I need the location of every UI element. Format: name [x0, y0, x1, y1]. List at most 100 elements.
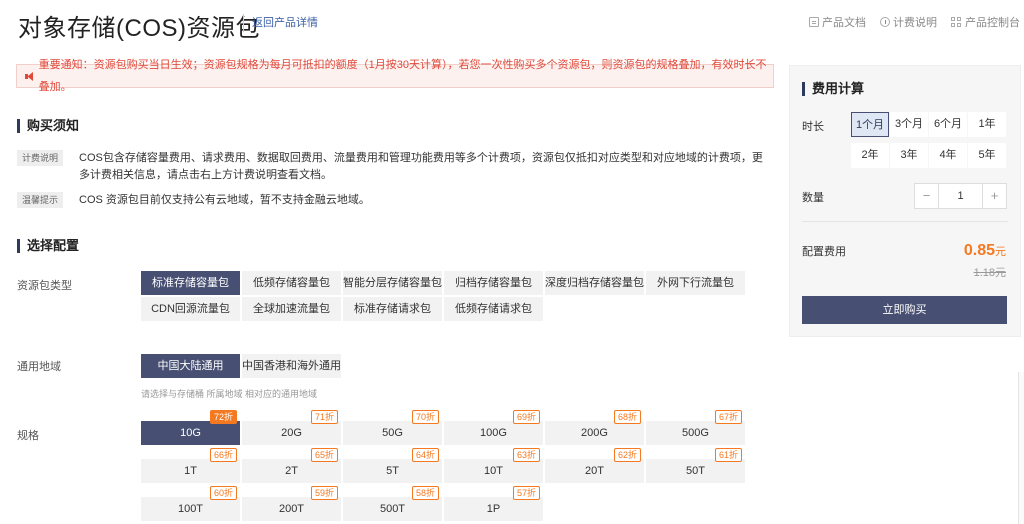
discount-badge: 58折	[411, 486, 439, 500]
spec-option-label: 200T	[278, 503, 305, 515]
spec-option-label: 500T	[379, 503, 406, 515]
billing-note-text: COS包含存储容量费用、请求费用、数据取回费用、流量费用和管理功能费用等多个计费…	[79, 152, 763, 181]
duration-option-6[interactable]: 4年	[929, 143, 967, 168]
duration-option-label: 6个月	[933, 118, 963, 130]
package-type-option-3[interactable]: 归档存储容量包	[444, 271, 543, 295]
discount-badge: 70折	[411, 410, 439, 424]
decrement-button[interactable]: −	[915, 184, 938, 208]
quantity-stepper: − 1 +	[914, 183, 1007, 209]
discount-badge: 71折	[310, 410, 338, 424]
discount-badge: 63折	[512, 448, 540, 462]
spec-option-label: 50G	[382, 427, 403, 439]
package-type-option-label: 低频存储容量包	[253, 277, 330, 289]
region-option-label: 中国香港和海外通用	[242, 360, 341, 372]
billing-info-link[interactable]: 计费说明	[880, 14, 937, 30]
info-icon	[880, 17, 890, 27]
duration-option-4[interactable]: 2年	[851, 143, 889, 168]
duration-option-7[interactable]: 5年	[968, 143, 1006, 168]
quantity-label: 数量	[802, 192, 824, 204]
back-to-product-link[interactable]: 返回产品详情	[243, 14, 318, 32]
increment-button[interactable]: +	[983, 184, 1006, 208]
spec-options: 10G 72折 20G 71折 50G 70折 100G 69折 200G 68折 500G 67折 1…	[141, 410, 745, 521]
package-type-option-0[interactable]: 标准存储容量包	[141, 271, 240, 295]
package-type-option-6[interactable]: CDN回源流量包	[141, 297, 240, 321]
duration-option-label: 3年	[900, 149, 918, 161]
package-type-option-9[interactable]: 低频存储请求包	[444, 297, 543, 321]
spec-option-2[interactable]: 50G 70折	[343, 410, 442, 445]
spec-option-11[interactable]: 50T 61折	[646, 448, 745, 483]
buy-now-button[interactable]: 立即购买	[802, 296, 1007, 324]
discount-badge: 62折	[613, 448, 641, 462]
notice-banner: 重要通知：资源包购买当日生效；资源包规格为每月可抵扣的额度（1月按30天计算），…	[16, 59, 774, 93]
product-docs-link[interactable]: 产品文档	[809, 14, 866, 30]
package-type-option-8[interactable]: 标准存储请求包	[343, 297, 442, 321]
discount-badge: 59折	[310, 486, 338, 500]
package-type-option-label: 智能分层存储容量包	[343, 277, 442, 289]
spec-option-15[interactable]: 1P 57折	[444, 486, 543, 521]
package-type-option-2[interactable]: 智能分层存储容量包	[343, 271, 442, 295]
purchase-notes-title: 购买须知	[17, 119, 79, 133]
discount-badge: 68折	[613, 410, 641, 424]
spec-option-label: 10T	[484, 465, 503, 477]
duration-option-label: 3个月	[894, 118, 924, 130]
speaker-icon	[25, 71, 35, 81]
duration-option-0[interactable]: 1个月	[851, 112, 889, 137]
duration-option-label: 2年	[861, 149, 879, 161]
tip-note-tag: 温馨提示	[17, 192, 64, 208]
panel-divider	[802, 221, 1008, 222]
billing-info-label: 计费说明	[893, 17, 937, 29]
side-scrollbar[interactable]	[1018, 372, 1024, 524]
spec-option-1[interactable]: 20G 71折	[242, 410, 341, 445]
console-link[interactable]: 产品控制台	[951, 14, 1020, 30]
spec-option-7[interactable]: 2T 65折	[242, 448, 341, 483]
spec-option-5[interactable]: 500G 67折	[646, 410, 745, 445]
region-label: 通用地域	[17, 361, 61, 373]
discount-badge: 57折	[512, 486, 540, 500]
spec-option-label: 10G	[180, 427, 201, 439]
spec-option-8[interactable]: 5T 64折	[343, 448, 442, 483]
spec-option-label: 500G	[682, 427, 709, 439]
type-label: 资源包类型	[17, 280, 72, 292]
region-option-0[interactable]: 中国大陆通用	[141, 354, 240, 378]
discount-badge: 66折	[209, 448, 237, 462]
package-type-option-7[interactable]: 全球加速流量包	[242, 297, 341, 321]
duration-option-5[interactable]: 3年	[890, 143, 928, 168]
package-type-option-label: 全球加速流量包	[253, 303, 330, 315]
spec-option-10[interactable]: 20T 62折	[545, 448, 644, 483]
spec-option-6[interactable]: 1T 66折	[141, 448, 240, 483]
discount-badge: 61折	[714, 448, 742, 462]
duration-options: 1个月 3个月 6个月 1年 2年 3年 4年 5年	[851, 112, 1006, 168]
config-title: 选择配置	[17, 239, 79, 253]
duration-option-label: 4年	[939, 149, 957, 161]
region-options: 中国大陆通用 中国香港和海外通用	[141, 354, 341, 378]
region-option-label: 中国大陆通用	[157, 360, 224, 372]
duration-option-1[interactable]: 3个月	[890, 112, 928, 137]
spec-option-13[interactable]: 200T 59折	[242, 486, 341, 521]
duration-option-label: 1个月	[855, 119, 885, 131]
quantity-input[interactable]: 1	[938, 184, 983, 208]
spec-option-label: 20G	[281, 427, 302, 439]
spec-option-14[interactable]: 500T 58折	[343, 486, 442, 521]
region-option-1[interactable]: 中国香港和海外通用	[242, 354, 341, 378]
console-grid-icon	[951, 16, 962, 28]
page-title: 对象存储(COS)资源包	[18, 15, 260, 42]
spec-option-12[interactable]: 100T 60折	[141, 486, 240, 521]
discount-badge: 72折	[209, 410, 237, 424]
spec-option-label: 100T	[177, 503, 204, 515]
duration-option-label: 5年	[978, 149, 996, 161]
spec-option-3[interactable]: 100G 69折	[444, 410, 543, 445]
spec-option-4[interactable]: 200G 68折	[545, 410, 644, 445]
document-icon	[809, 17, 819, 27]
fee-label: 配置费用	[802, 246, 846, 258]
package-type-option-4[interactable]: 深度归档存储容量包	[545, 271, 644, 295]
spec-option-0[interactable]: 10G 72折	[141, 410, 240, 445]
duration-label: 时长	[802, 121, 824, 133]
duration-option-2[interactable]: 6个月	[929, 112, 967, 137]
package-type-option-label: 归档存储容量包	[455, 277, 532, 289]
spec-option-9[interactable]: 10T 63折	[444, 448, 543, 483]
spec-option-label: 20T	[585, 465, 604, 477]
duration-option-3[interactable]: 1年	[968, 112, 1006, 137]
package-type-option-5[interactable]: 外网下行流量包	[646, 271, 745, 295]
package-type-option-1[interactable]: 低频存储容量包	[242, 271, 341, 295]
discount-badge: 69折	[512, 410, 540, 424]
